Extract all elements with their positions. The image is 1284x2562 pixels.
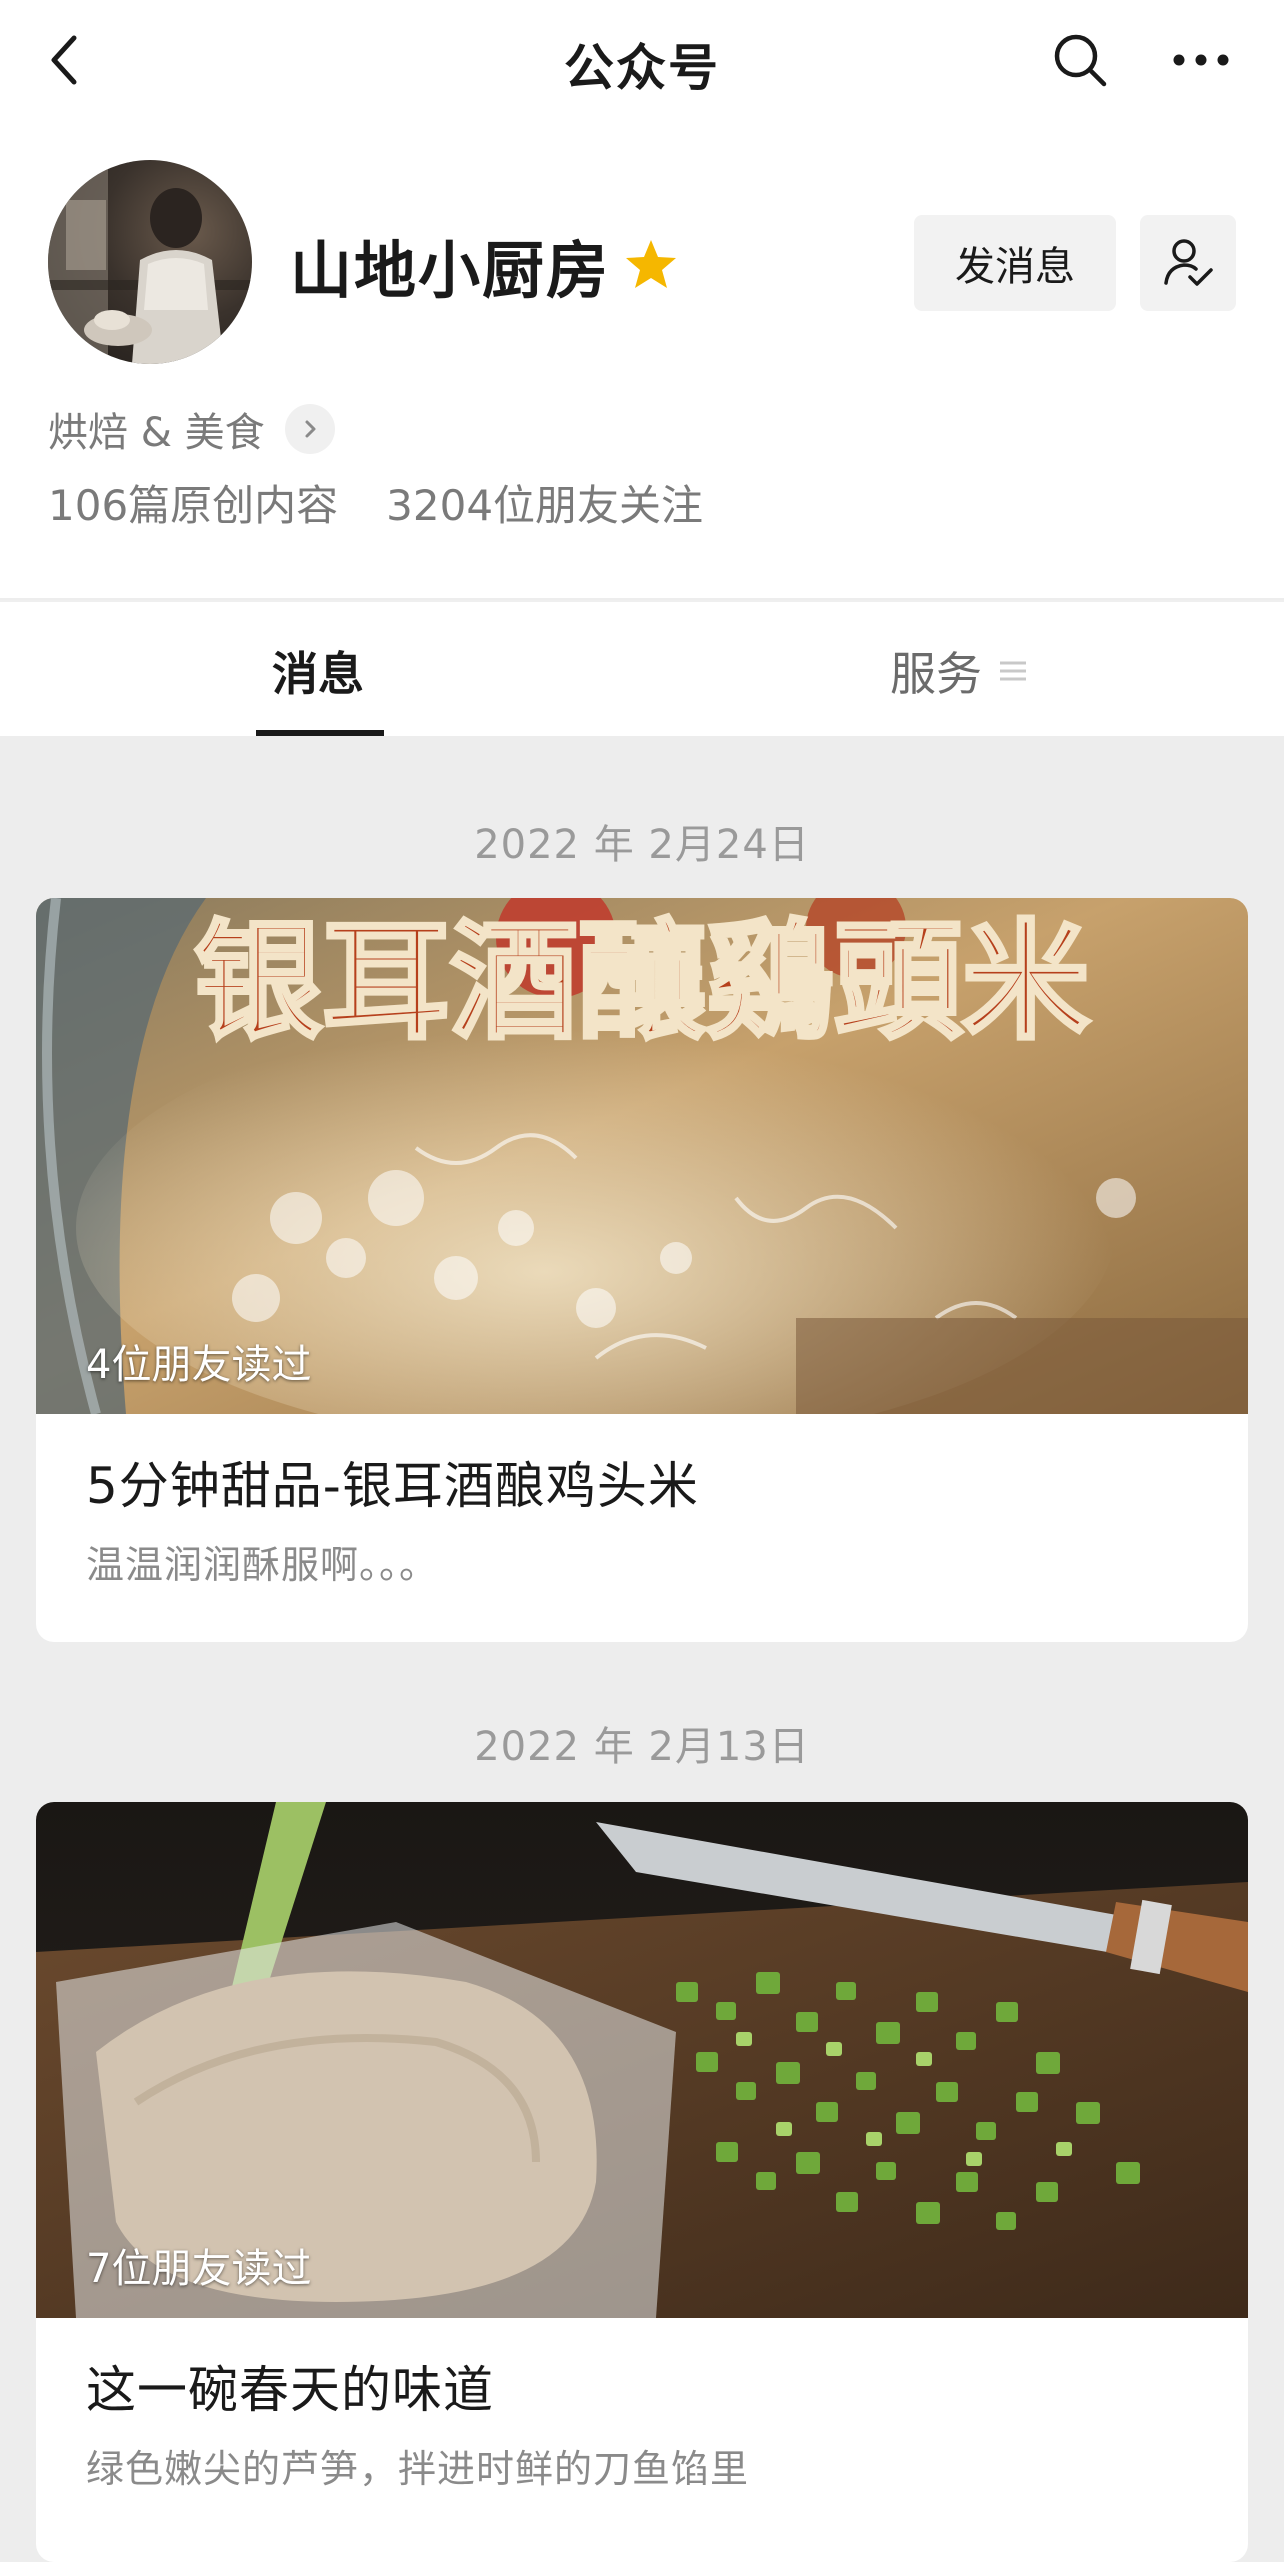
account-stats: 106篇原创内容 3204位朋友关注 <box>48 472 703 533</box>
user-check-icon <box>1164 239 1213 286</box>
content-tabs: 消息 服务 <box>0 600 1284 736</box>
chevron-right-icon <box>284 404 335 454</box>
article-description: 绿色嫩尖的芦笋，拌进时鲜的刀鱼馅里 <box>86 2447 750 2491</box>
star-icon <box>626 240 677 288</box>
active-tab-indicator <box>256 730 384 736</box>
article-date: 2022 年 2月24日 <box>474 822 810 868</box>
menu-icon <box>1000 661 1026 681</box>
follow-button[interactable] <box>1140 215 1236 311</box>
original-count: 106篇原创内容 <box>48 481 339 530</box>
cover-title-text: 银耳酒釀鷄頭米 <box>194 907 1090 1057</box>
read-count-label: 7位朋友读过 <box>86 2246 312 2292</box>
tab-services[interactable]: 服务 <box>890 638 1028 704</box>
account-profile: 山地小厨房 发消息 烘焙 & 美食 106篇原创内容 3204位朋友关注 <box>0 120 1284 598</box>
account-category[interactable]: 烘焙 & 美食 <box>48 400 335 458</box>
avatar[interactable] <box>48 160 252 364</box>
account-name-row: 山地小厨房 <box>290 220 680 310</box>
account-name: 山地小厨房 <box>290 234 611 307</box>
category-label: 烘焙 & 美食 <box>48 410 265 456</box>
article-description: 温温润润酥服啊。。。 <box>86 1543 439 1587</box>
article-title: 5分钟甜品-银耳酒酿鸡头米 <box>86 1457 699 1515</box>
article-cover-image: 7位朋友读过 <box>36 1802 1248 2318</box>
top-navigation-bar: 公众号 <box>0 0 1284 120</box>
tab-messages[interactable]: 消息 <box>272 638 364 704</box>
article-title: 这一碗春天的味道 <box>86 2361 494 2419</box>
send-message-button[interactable]: 发消息 <box>914 215 1116 311</box>
read-count-label: 4位朋友读过 <box>86 1342 312 1388</box>
article-date: 2022 年 2月13日 <box>474 1724 810 1770</box>
search-icon[interactable] <box>1050 30 1110 90</box>
tab-services-label: 服务 <box>890 647 982 701</box>
more-horizontal-icon[interactable] <box>1168 30 1234 90</box>
article-card[interactable]: 7位朋友读过 这一碗春天的味道 绿色嫩尖的芦笋，拌进时鲜的刀鱼馅里 <box>36 1802 1248 2562</box>
article-cover-image: 银耳酒釀鷄頭米 4位朋友读过 <box>36 898 1248 1414</box>
follower-count: 3204位朋友关注 <box>386 481 704 530</box>
article-card[interactable]: 银耳酒釀鷄頭米 4位朋友读过 5分钟甜品-银耳酒酿鸡头米 温温润润酥服啊。。。 <box>36 898 1248 1642</box>
